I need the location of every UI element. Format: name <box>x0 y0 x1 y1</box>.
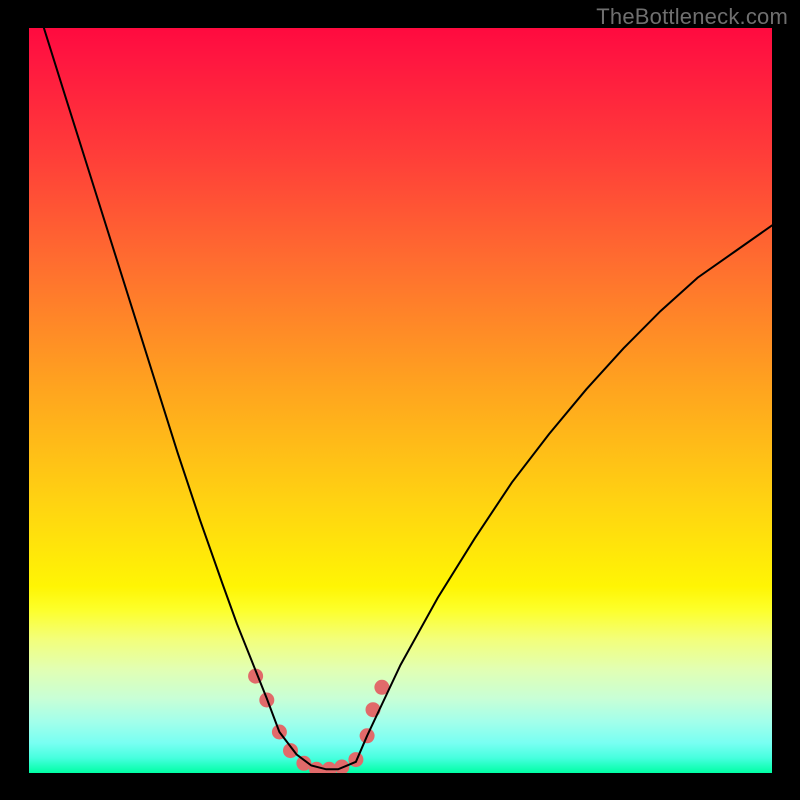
chart-svg <box>29 28 772 773</box>
watermark-text: TheBottleneck.com <box>596 4 788 30</box>
plot-area <box>29 28 772 773</box>
outer-black-frame: TheBottleneck.com <box>0 0 800 800</box>
highlight-dot <box>366 702 381 717</box>
bottleneck-curve-path <box>44 28 772 769</box>
highlight-dots-group <box>248 669 389 773</box>
